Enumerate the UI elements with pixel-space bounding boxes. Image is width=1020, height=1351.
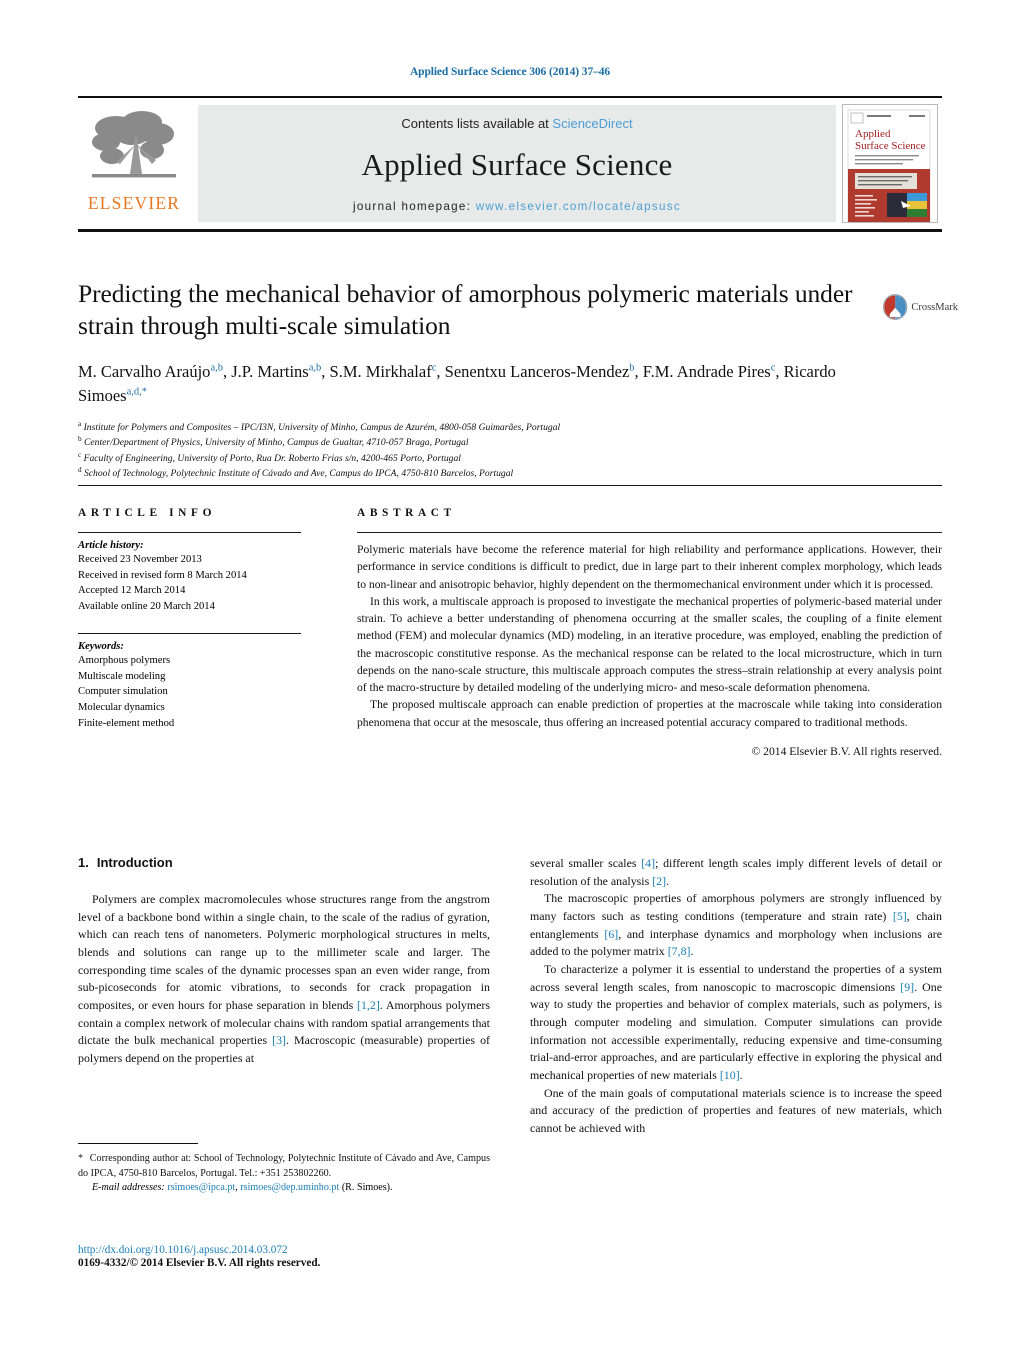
journal-homepage-link[interactable]: www.elsevier.com/locate/apsusc [476,200,681,213]
article-history-item: Received 23 November 2013 [78,554,202,565]
intro-paragraph-right: The macroscopic properties of amorphous … [530,891,942,959]
article-info-rule [78,532,301,533]
section-divider [78,485,942,486]
journal-masthead: ELSEVIER Contents lists available at Sci… [78,96,942,232]
email-suffix: (R. Simoes). [341,1182,393,1194]
article-history-item: Accepted 12 March 2014 [78,585,186,597]
elsevier-logo: ELSEVIER [78,98,190,229]
article-info-column: ARTICLE INFO Article history: Received 2… [78,507,301,731]
crossmark-icon [883,294,908,320]
keyword-item: Computer simulation [78,686,168,698]
abstract-copyright: © 2014 Elsevier B.V. All rights reserved… [751,744,942,758]
intro-paragraph-right: One of the main goals of computational m… [530,1085,942,1136]
abstract-paragraph: In this work, a multiscale approach is p… [357,594,942,695]
cover-artwork: Applied Surface Science [843,105,935,222]
footnote-rule [78,1143,198,1144]
article-info-heading: ARTICLE INFO [78,507,217,519]
journal-homepage-line: journal homepage: www.elsevier.com/locat… [353,200,681,213]
article-history-list: Received 23 November 2013 Received in rev… [78,552,301,614]
affiliation-item: a Institute for Polymers and Composites … [78,419,561,433]
corresponding-author-footnote: * Corresponding author at: School of Tec… [78,1143,490,1196]
journal-band: Contents lists available at ScienceDirec… [198,105,836,222]
crossmark-label: CrossMark [911,301,958,313]
body-column-right: several smaller scales [4]; different le… [530,855,942,1138]
keyword-item: Multiscale modeling [78,670,166,682]
intro-paragraph-right: To characterize a polymer it is essentia… [530,962,942,1083]
author-list: M. Carvalho Araújoa,b, J.P. Martinsa,b, … [78,361,836,405]
elsevier-wordmark: ELSEVIER [87,193,181,213]
keywords-rule [78,633,301,635]
body-column-left: 1. Introduction Polymers are complex macr… [78,855,490,1068]
contents-prefix: Contents lists available at [401,116,553,131]
email-label: E-mail addresses: [92,1182,168,1194]
title-block: Predicting the mechanical behavior of am… [78,278,868,482]
running-head: Applied Surface Science 306 (2014) 37–46 [409,66,611,78]
email-link[interactable]: rsimoes@ipca.pt [167,1182,235,1193]
issn-copyright-line: 0169-4332/© 2014 Elsevier B.V. All right… [78,1257,321,1269]
svg-text:Surface Science: Surface Science [855,140,926,152]
doi-block: http://dx.doi.org/10.1016/j.apsusc.2014.… [78,1244,578,1269]
abstract-paragraph: The proposed multiscale approach can ena… [357,698,942,729]
journal-cover-thumbnail: Applied Surface Science [842,104,938,223]
journal-title: Applied Surface Science [361,147,673,183]
elsevier-tree-icon [92,111,176,178]
abstract-rule [357,532,942,533]
email-link[interactable]: rsimoes@dep.uminho.pt [240,1182,339,1193]
section-number: 1. [78,855,89,870]
keyword-item: Molecular dynamics [78,701,165,713]
article-history-item: Received in revised form 8 March 2014 [78,569,247,581]
article-history-label: Article history: [78,540,144,551]
email-addresses-line: E-mail addresses: rsimoes@ipca.pt, rsimo… [92,1182,393,1194]
sciencedirect-link[interactable]: ScienceDirect [552,116,632,131]
svg-text:Applied: Applied [855,128,891,140]
intro-paragraphs-right: several smaller scales [4]; different le… [530,855,942,1138]
keywords-list: Amorphous polymers Multiscale modeling Com… [78,653,301,731]
abstract-paragraph: Polymeric materials have become the refe… [357,543,942,591]
section-heading-introduction: 1. Introduction [78,855,490,870]
page-title: Predicting the mechanical behavior of am… [78,279,853,341]
body-columns: 1. Introduction Polymers are complex macr… [78,855,942,1275]
keyword-item: Amorphous polymers [78,655,171,667]
affiliation-item: c Faculty of Engineering, University of … [78,450,461,464]
affiliation-list: a Institute for Polymers and Composites … [78,420,868,482]
affiliation-item: d School of Technology, Polytechnic Inst… [78,466,514,480]
abstract-paragraphs: Polymeric materials have become the refe… [357,541,942,731]
homepage-prefix: journal homepage: [353,199,472,213]
intro-paragraph-left: Polymers are complex macromolecules whos… [78,892,490,1066]
article-history-item: Available online 20 March 2014 [78,600,215,612]
keyword-item: Finite-element method [78,717,175,729]
affiliation-item: b Center/Department of Physics, Universi… [78,434,469,449]
intro-paragraph-right: several smaller scales [4]; different le… [530,856,942,888]
abstract-column: ABSTRACT Polymeric materials have become… [357,507,942,758]
section-label: Introduction [96,855,173,870]
keywords-label: Keywords: [78,641,124,653]
crossmark-badge[interactable]: CrossMark [882,285,958,329]
contents-available-line: Contents lists available at ScienceDirec… [401,116,632,131]
abstract-heading: ABSTRACT [357,507,456,519]
doi-link[interactable]: http://dx.doi.org/10.1016/j.apsusc.2014.… [78,1244,578,1256]
article-page: Applied Surface Science 306 (2014) 37–46 [0,0,1020,1351]
corresponding-author-note: * Corresponding author at: School of Tec… [78,1153,490,1179]
